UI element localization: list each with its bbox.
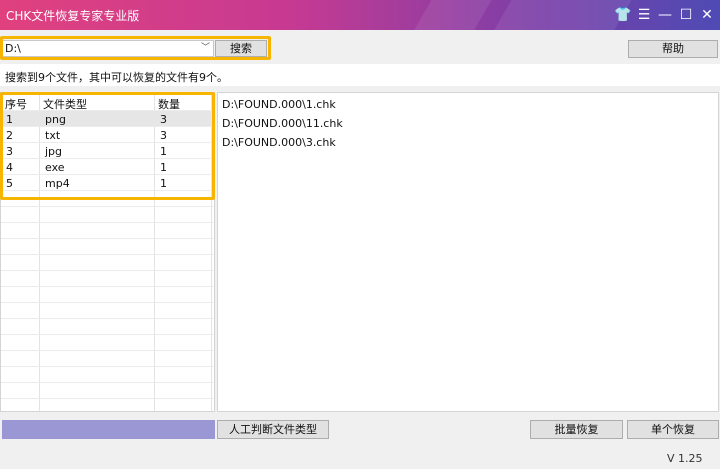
window-title: CHK文件恢复专家专业版: [6, 9, 140, 23]
status-text: 搜索到9个文件，其中可以恢复的文件有9个。: [5, 71, 228, 84]
title-bar: CHK文件恢复专家专业版 👕 ☰ — ☐ ✕: [0, 0, 720, 30]
row-divider: [1, 334, 214, 335]
list-item[interactable]: D:\FOUND.000\3.chk: [222, 136, 336, 149]
batch-recover-button[interactable]: 批量恢复: [530, 420, 623, 439]
manual-type-button[interactable]: 人工判断文件类型: [217, 420, 329, 439]
help-button[interactable]: 帮助: [628, 40, 718, 58]
row-divider: [1, 286, 214, 287]
row-divider: [1, 302, 214, 303]
row-divider: [1, 398, 214, 399]
list-item[interactable]: D:\FOUND.000\1.chk: [222, 98, 336, 111]
row-divider: [1, 318, 214, 319]
minimize-icon[interactable]: —: [656, 6, 674, 24]
row-divider: [1, 238, 214, 239]
list-item[interactable]: D:\FOUND.000\11.chk: [222, 117, 343, 130]
file-list: D:\FOUND.000\1.chk D:\FOUND.000\11.chk D…: [217, 92, 719, 412]
row-divider: [1, 222, 214, 223]
menu-icon[interactable]: ☰: [635, 6, 653, 24]
row-divider: [1, 254, 214, 255]
highlight-frame: [0, 92, 215, 200]
single-recover-button[interactable]: 单个恢复: [627, 420, 719, 439]
skin-icon[interactable]: 👕: [614, 6, 632, 24]
progress-bar: [2, 420, 215, 439]
row-divider: [1, 366, 214, 367]
row-divider: [1, 350, 214, 351]
row-divider: [1, 206, 214, 207]
close-icon[interactable]: ✕: [698, 6, 716, 24]
row-divider: [1, 382, 214, 383]
title-decoration: [396, 0, 504, 30]
row-divider: [1, 270, 214, 271]
version-label: V 1.25: [667, 452, 703, 465]
maximize-icon[interactable]: ☐: [677, 6, 695, 24]
highlight-frame: [0, 36, 271, 60]
